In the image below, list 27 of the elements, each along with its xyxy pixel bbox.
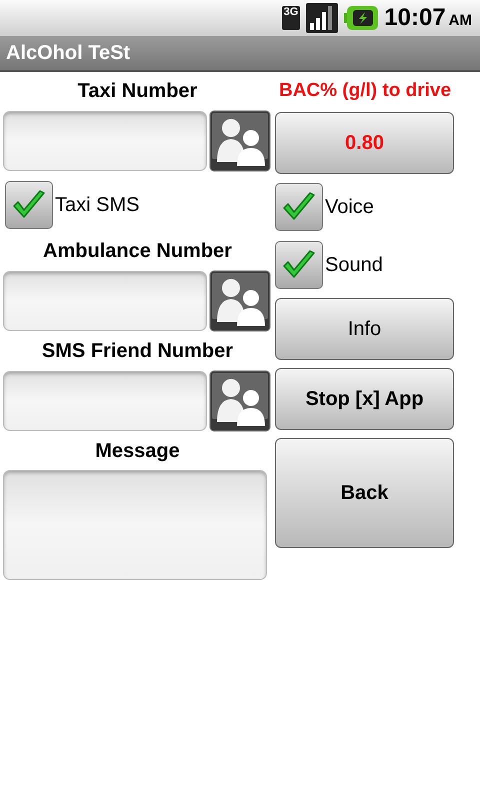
field-label: Message (94, 439, 181, 464)
contacts-icon[interactable] (209, 370, 271, 432)
clock-time: 10:07 (384, 3, 446, 33)
checkbox-label: Sound (325, 253, 383, 278)
limit-heading: BAC% (g/l) to drive (278, 79, 452, 103)
checkbox[interactable] (5, 181, 53, 229)
network-indicator: 3G (282, 6, 300, 30)
action-button[interactable]: Stop [x] App (275, 368, 454, 430)
input-field[interactable] (3, 371, 207, 431)
signal-icon (306, 3, 338, 33)
contacts-icon[interactable] (209, 110, 271, 172)
field-label: SMS Friend Number (40, 339, 234, 364)
input-field[interactable] (3, 111, 207, 171)
checkbox-label: Taxi SMS (55, 193, 140, 218)
input-field[interactable] (3, 271, 207, 331)
battery-icon (344, 6, 378, 30)
field-label: Ambulance Number (42, 239, 233, 264)
field-label: Taxi Number (76, 79, 198, 104)
window-title: AlcOhol TeSt (6, 41, 130, 66)
checkbox[interactable] (275, 241, 323, 289)
checkbox[interactable] (275, 183, 323, 231)
input-field[interactable] (3, 470, 267, 580)
contacts-icon[interactable] (209, 270, 271, 332)
checkbox-label: Voice (325, 195, 374, 220)
action-button[interactable]: Info (275, 298, 454, 360)
clock-period: AM (448, 11, 472, 31)
back-button[interactable]: Back (275, 438, 454, 548)
